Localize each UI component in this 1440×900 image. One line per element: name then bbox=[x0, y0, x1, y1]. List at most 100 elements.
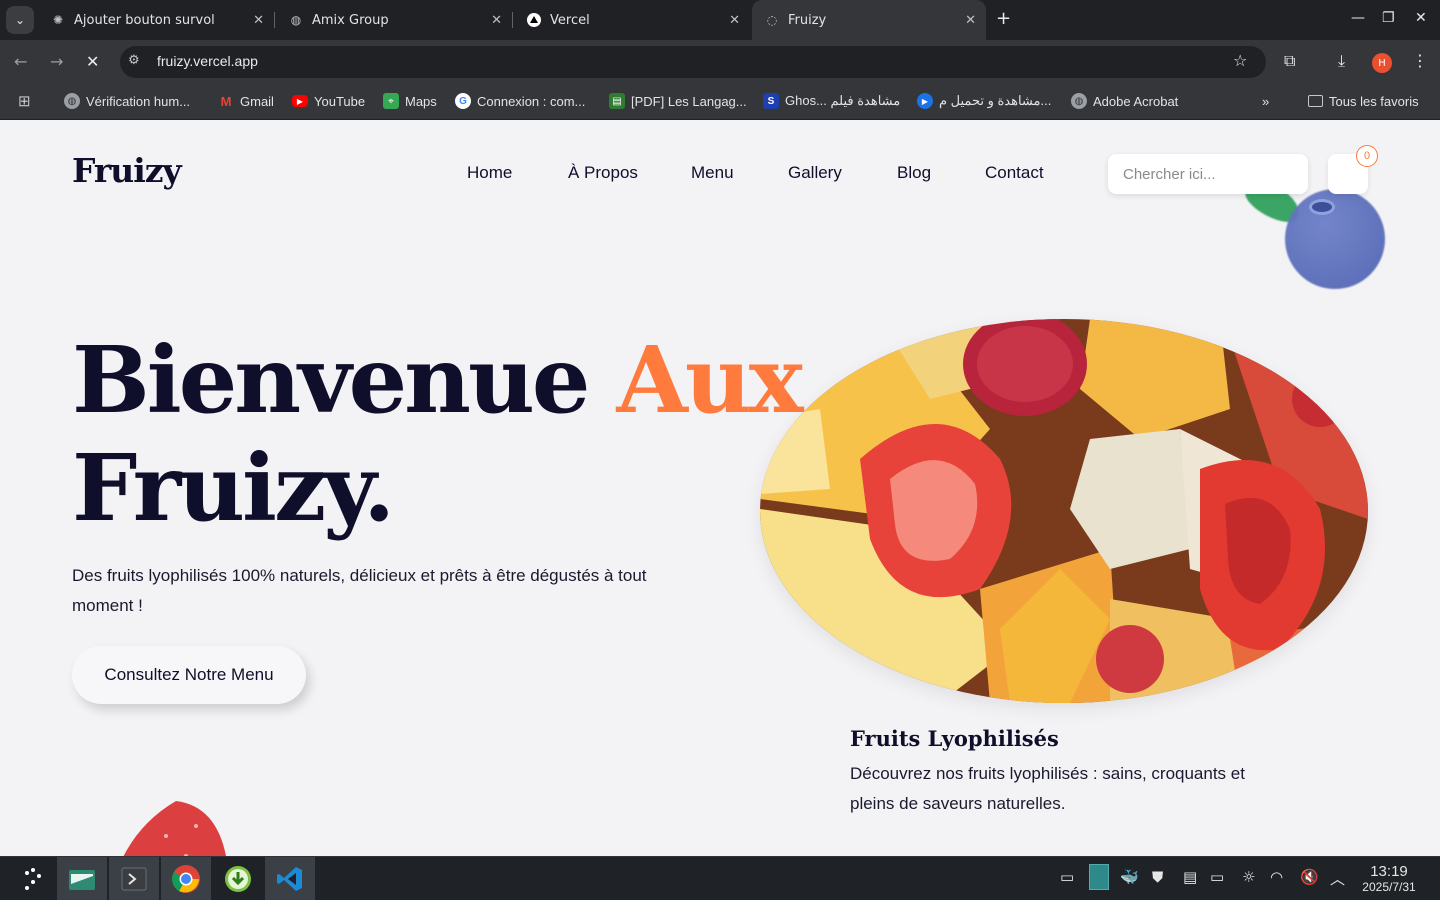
tab-vercel[interactable]: Vercel ✕ bbox=[514, 6, 750, 34]
bookmark-maps[interactable]: ⌖ Maps bbox=[383, 92, 437, 110]
hero-title-part1: Bienvenue bbox=[72, 326, 617, 434]
card-description: Découvrez nos fruits lyophilisés : sains… bbox=[850, 764, 1245, 813]
bookmark-youtube[interactable]: ▶ YouTube bbox=[292, 92, 365, 110]
tab-title: Ajouter bouton survol bbox=[74, 12, 215, 28]
tab-fruizy[interactable]: ◌ Fruizy ✕ bbox=[752, 0, 986, 40]
minimize-icon[interactable]: — bbox=[1351, 10, 1365, 26]
files-icon[interactable] bbox=[57, 857, 107, 900]
vscode-icon[interactable] bbox=[265, 857, 315, 900]
bookmark-label: Adobe Acrobat bbox=[1093, 93, 1179, 109]
system-clock[interactable]: 13:19 2025/7/31 bbox=[1358, 863, 1420, 894]
tab-separator bbox=[512, 12, 513, 28]
cart-count-badge: 0 bbox=[1356, 145, 1378, 167]
search-input[interactable] bbox=[1108, 154, 1308, 194]
strawberry-decoration bbox=[123, 801, 226, 856]
download-icon[interactable]: ⤓ bbox=[1338, 51, 1345, 71]
all-bookmarks[interactable]: Tous les favoris bbox=[1308, 92, 1419, 110]
clipboard-icon[interactable]: ▤ bbox=[1183, 868, 1197, 886]
terminal-icon[interactable] bbox=[109, 857, 159, 900]
bookmark-gmail[interactable]: M Gmail bbox=[218, 92, 274, 110]
nav-blog[interactable]: Blog bbox=[897, 163, 931, 183]
site-logo[interactable]: Fruizy bbox=[72, 151, 182, 190]
clock-date: 2025/7/31 bbox=[1362, 880, 1416, 894]
tray-expand-icon[interactable]: ︿ bbox=[1330, 868, 1345, 889]
apps-grid-icon[interactable]: ⊞ bbox=[18, 92, 31, 110]
bookmark-verification[interactable]: ◍ Vérification hum... bbox=[64, 92, 190, 110]
back-icon[interactable]: ← bbox=[14, 52, 27, 71]
globe-icon: ◍ bbox=[290, 13, 302, 27]
tab-amix-group[interactable]: ◍ Amix Group ✕ bbox=[276, 6, 513, 34]
bookmark-label: Tous les favoris bbox=[1329, 93, 1419, 109]
close-icon[interactable]: ✕ bbox=[729, 13, 740, 28]
battery-icon[interactable]: ▭ bbox=[1210, 868, 1224, 886]
close-icon[interactable]: ✕ bbox=[491, 13, 502, 28]
new-tab-button[interactable]: + bbox=[996, 8, 1011, 29]
url-text[interactable]: fruizy.vercel.app bbox=[157, 53, 258, 69]
blueberry-crown-decoration bbox=[1309, 199, 1335, 215]
bookmark-label: [PDF] Les Langag... bbox=[631, 93, 747, 109]
site-info-icon[interactable]: ⚙ bbox=[128, 53, 140, 68]
show-desktop-icon[interactable]: ▭ bbox=[1060, 868, 1074, 886]
close-icon[interactable]: ✕ bbox=[965, 13, 976, 28]
bookmark-label: Vérification hum... bbox=[86, 93, 191, 109]
bookmark-pdf[interactable]: ▤ [PDF] Les Langag... bbox=[609, 92, 747, 110]
wifi-icon[interactable]: ◠ bbox=[1270, 868, 1283, 886]
restore-icon[interactable]: ❐ bbox=[1382, 10, 1395, 26]
close-window-icon[interactable]: ✕ bbox=[1415, 10, 1427, 26]
gmail-icon: M bbox=[220, 93, 232, 109]
loading-icon: ◌ bbox=[766, 13, 778, 27]
site-icon: S bbox=[763, 93, 779, 109]
tab-title: Fruizy bbox=[788, 12, 827, 28]
docker-icon[interactable]: 🐳 bbox=[1120, 868, 1139, 886]
openai-icon: ✺ bbox=[52, 13, 64, 27]
nav-contact[interactable]: Contact bbox=[985, 163, 1044, 183]
stop-loading-icon[interactable]: ✕ bbox=[86, 52, 99, 71]
tab-ajouter-bouton[interactable]: ✺ Ajouter bouton survol ✕ bbox=[38, 6, 275, 34]
bookmark-label: Maps bbox=[405, 93, 437, 109]
chevron-down-icon: ⌄ bbox=[14, 13, 26, 27]
bookmark-adobe[interactable]: ◍ Adobe Acrobat bbox=[1071, 92, 1178, 110]
bookmark-label: مشاهدة و تحميل م... bbox=[939, 93, 1052, 108]
tab-title: Amix Group bbox=[312, 12, 389, 28]
close-icon[interactable]: ✕ bbox=[253, 13, 264, 28]
nav-home[interactable]: Home bbox=[467, 163, 512, 183]
vercel-icon bbox=[526, 12, 542, 28]
pdf-icon: ▤ bbox=[609, 93, 625, 109]
globe-icon: ◍ bbox=[64, 93, 80, 109]
tab-title: Vercel bbox=[550, 12, 590, 28]
page-viewport: Fruizy Home À Propos Menu Gallery Blog C… bbox=[0, 121, 1440, 856]
globe-icon: ◍ bbox=[1071, 93, 1087, 109]
nav-gallery[interactable]: Gallery bbox=[788, 163, 842, 183]
card-title: Fruits Lyophilisés bbox=[850, 726, 1059, 751]
workspace-icon[interactable] bbox=[1089, 864, 1109, 894]
bookmark-arabic[interactable]: ▶ مشاهدة و تحميل م... bbox=[917, 92, 1051, 110]
youtube-icon: ▶ bbox=[292, 95, 308, 107]
address-bar[interactable] bbox=[120, 46, 1266, 78]
bookmark-connexion[interactable]: G Connexion : com... bbox=[455, 92, 585, 110]
hero-title: Bienvenue Aux Fruizy. bbox=[72, 326, 804, 542]
volume-muted-icon[interactable]: 🔇 bbox=[1300, 868, 1319, 886]
play-icon: ▶ bbox=[917, 93, 933, 109]
nav-menu[interactable]: Menu bbox=[691, 163, 734, 183]
blueberry-decoration bbox=[1285, 189, 1385, 289]
bookmark-label: Gmail bbox=[240, 93, 274, 109]
tab-search-button[interactable]: ⌄ bbox=[6, 6, 34, 34]
profile-avatar[interactable]: H bbox=[1372, 53, 1392, 73]
bookmark-ghos[interactable]: S Ghos... مشاهدة فيلم bbox=[763, 92, 900, 110]
download-manager-icon[interactable] bbox=[213, 857, 263, 900]
maps-icon: ⌖ bbox=[383, 93, 399, 109]
brightness-icon[interactable]: ☼ bbox=[1242, 868, 1255, 886]
more-menu-icon[interactable]: ⋮ bbox=[1412, 51, 1428, 70]
nav-a-propos[interactable]: À Propos bbox=[568, 163, 638, 183]
menu-cta-button[interactable]: Consultez Notre Menu bbox=[72, 646, 306, 704]
bookmark-star-icon[interactable]: ☆ bbox=[1233, 51, 1247, 70]
google-icon: G bbox=[455, 93, 471, 109]
more-bookmarks-icon[interactable]: » bbox=[1262, 92, 1269, 110]
chrome-icon[interactable] bbox=[161, 857, 211, 900]
forward-icon[interactable]: → bbox=[50, 52, 63, 71]
clock-time: 13:19 bbox=[1370, 863, 1408, 880]
shield-icon[interactable]: ⛊ bbox=[1152, 868, 1163, 886]
extensions-icon[interactable]: ⧉ bbox=[1284, 51, 1295, 71]
tab-separator bbox=[274, 12, 275, 28]
launcher-icon[interactable] bbox=[8, 857, 58, 900]
